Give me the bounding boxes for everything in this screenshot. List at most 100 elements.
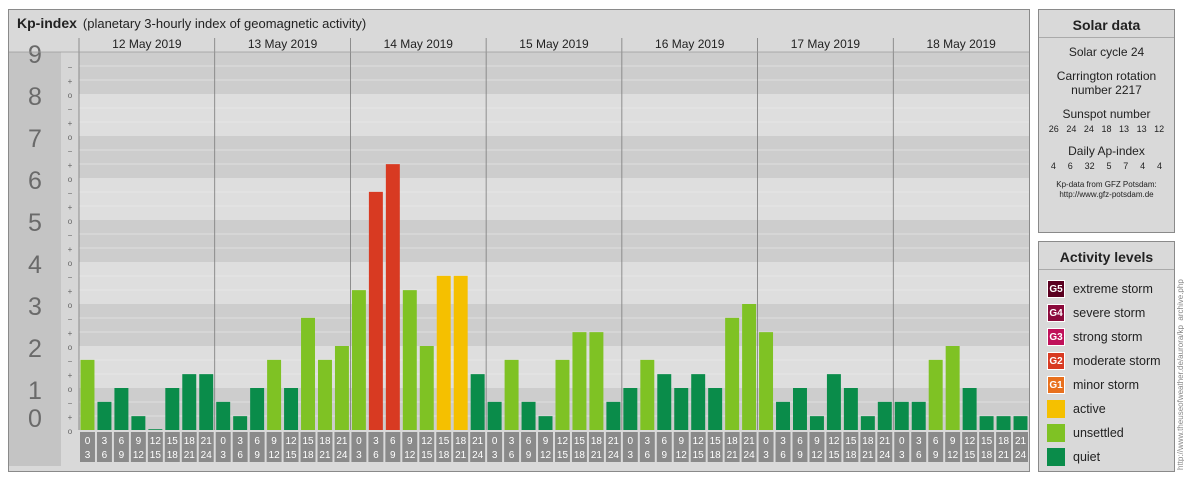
day-label: 16 May 2019	[655, 37, 725, 51]
sunspot-value: 13	[1119, 124, 1130, 134]
day-label: 14 May 2019	[384, 37, 454, 51]
sub-tick-label: −	[68, 357, 73, 366]
interval-end-label: 9	[390, 450, 396, 461]
y-tick-label: 8	[28, 83, 42, 111]
kp-bar	[725, 317, 740, 430]
activity-level-swatch	[1047, 448, 1065, 466]
interval-end-label: 24	[472, 450, 484, 461]
y-tick-label: 2	[28, 335, 42, 363]
day-label: 15 May 2019	[519, 37, 589, 51]
interval-start-label: 18	[319, 436, 331, 447]
kp-bar	[793, 388, 807, 430]
chart-title-main: Kp-index	[17, 15, 77, 31]
kp-bar	[216, 401, 231, 430]
interval-end-label: 24	[879, 450, 891, 461]
kp-bar	[148, 429, 163, 430]
interval-start-label: 0	[85, 436, 91, 447]
ap-label: Daily Ap-index	[1068, 144, 1145, 158]
kp-band	[79, 304, 1029, 346]
kp-bar	[334, 346, 349, 430]
interval-end-label: 21	[727, 450, 739, 461]
kp-bar	[640, 359, 655, 430]
interval-end-label: 12	[133, 450, 145, 461]
interval-start-label: 12	[421, 436, 433, 447]
kp-bar	[301, 317, 315, 430]
kp-band	[79, 94, 1029, 136]
sub-tick-label: +	[68, 119, 73, 128]
interval-end-label: 6	[780, 450, 786, 461]
sub-tick-label: −	[68, 63, 73, 72]
kp-band	[79, 346, 1029, 388]
y-tick-label: 0	[28, 405, 42, 433]
kp-bar	[487, 401, 502, 430]
interval-end-label: 18	[981, 450, 993, 461]
kp-bar	[979, 416, 994, 430]
interval-end-label: 21	[862, 450, 874, 461]
interval-start-label: 0	[899, 436, 905, 447]
kp-bar	[318, 359, 332, 430]
interval-start-label: 12	[557, 436, 569, 447]
source-link[interactable]: http://www.gfz-potsdam.de	[1039, 190, 1174, 200]
y-tick-label: 4	[28, 251, 42, 279]
sub-tick-label: −	[68, 189, 73, 198]
interval-end-label: 15	[557, 450, 569, 461]
interval-end-label: 24	[744, 450, 756, 461]
ap-value: 4	[1140, 161, 1146, 171]
interval-end-label: 3	[763, 450, 769, 461]
interval-start-label: 9	[136, 436, 142, 447]
interval-end-label: 24	[201, 450, 213, 461]
sunspot-value: 18	[1101, 124, 1112, 134]
interval-end-label: 21	[591, 450, 603, 461]
interval-start-label: 21	[608, 436, 620, 447]
interval-start-label: 12	[964, 436, 976, 447]
activity-level-label: minor storm	[1073, 378, 1139, 392]
activity-level-swatch	[1047, 424, 1065, 442]
y-tick-label: 3	[28, 293, 42, 321]
interval-end-label: 12	[404, 450, 416, 461]
kp-bar	[199, 374, 214, 430]
sunspot-values: 26 24 24 18 13 13 12	[1039, 124, 1174, 134]
activity-level-item: quiet	[1047, 446, 1174, 468]
solar-data-heading: Solar data	[1039, 10, 1174, 38]
interval-start-label: 0	[492, 436, 498, 447]
sub-tick-label: −	[68, 231, 73, 240]
kp-bar	[504, 359, 519, 430]
interval-start-label: 21	[336, 436, 348, 447]
kp-bar	[877, 401, 892, 430]
interval-start-label: 6	[390, 436, 396, 447]
y-tick-label: 7	[28, 125, 42, 153]
activity-level-item: G3 strong storm	[1047, 326, 1174, 348]
interval-end-label: 6	[102, 450, 108, 461]
kp-band	[79, 220, 1029, 262]
kp-chart-panel: 0 1 2 3 4 5 6 7 8 9 o + − o + − o + − o + − o + − o + − o + − o + − o + −12 …	[8, 9, 1030, 472]
interval-start-label: 9	[407, 436, 413, 447]
kp-bar	[555, 359, 570, 430]
interval-start-label: 15	[710, 436, 722, 447]
interval-end-label: 21	[998, 450, 1010, 461]
interval-end-label: 24	[608, 450, 620, 461]
interval-start-label: 9	[271, 436, 277, 447]
ap-value: 32	[1084, 161, 1095, 171]
kp-bar	[165, 388, 180, 430]
interval-end-label: 15	[693, 450, 705, 461]
y-tick-label: 9	[28, 41, 42, 69]
interval-start-label: 0	[628, 436, 634, 447]
kp-bar	[945, 346, 960, 430]
interval-start-label: 21	[1015, 436, 1027, 447]
sub-tick-label: o	[68, 217, 73, 226]
kp-bar	[860, 416, 875, 430]
interval-end-label: 21	[319, 450, 331, 461]
credit-url: http://www.theuseofweather.de/aurora/kp_…	[1176, 279, 1184, 470]
solar-data-panel: Solar data Solar cycle 24 Carrington rot…	[1038, 9, 1175, 233]
interval-start-label: 15	[302, 436, 314, 447]
sunspot-label: Sunspot number	[1062, 107, 1151, 121]
kp-bar	[589, 332, 604, 430]
interval-end-label: 21	[184, 450, 196, 461]
interval-start-label: 18	[591, 436, 603, 447]
sub-tick-label: +	[68, 287, 73, 296]
interval-start-label: 21	[472, 436, 484, 447]
kp-bar	[470, 374, 485, 430]
activity-level-item: G5 extreme storm	[1047, 278, 1174, 300]
sunspot-value: 26	[1048, 124, 1059, 134]
kp-bar	[928, 359, 943, 430]
